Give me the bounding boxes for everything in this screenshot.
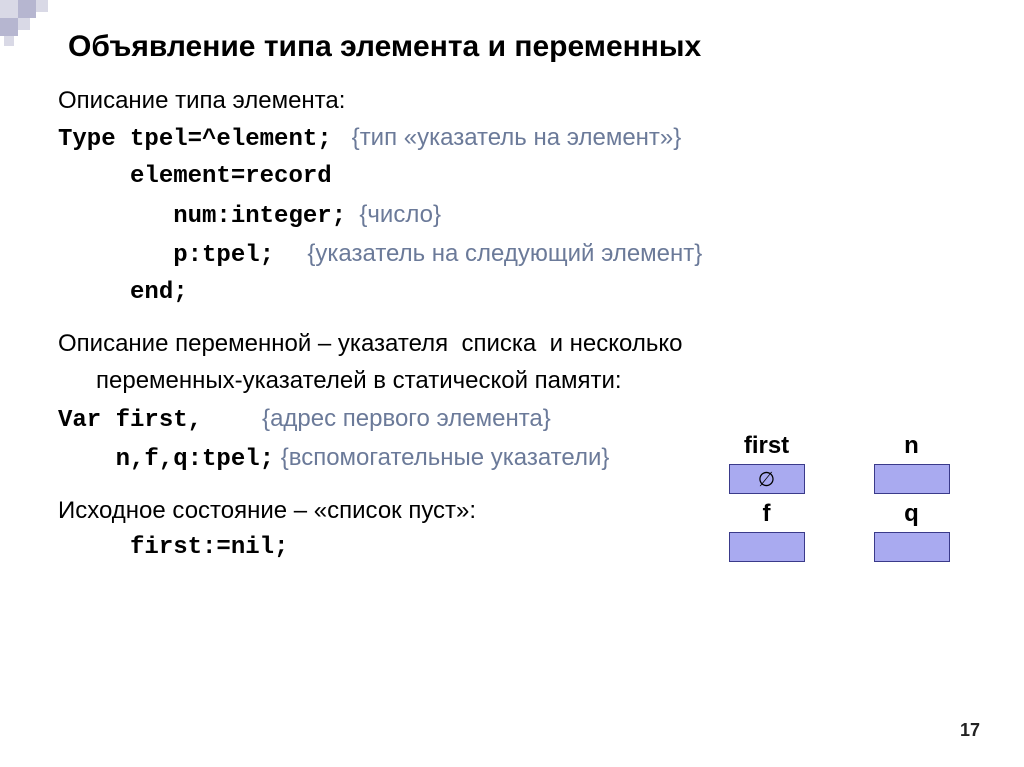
memory-diagram: first n ∅ f q [694, 432, 984, 568]
code-text: Type tpel=^element; [58, 126, 332, 153]
code-line-2: element=record [58, 158, 974, 195]
code-text: p:tpel; [58, 242, 274, 269]
var-label-n: n [852, 432, 972, 460]
nil-symbol: ∅ [758, 467, 775, 492]
code-line-3: num:integer; {число} [58, 196, 974, 235]
var-box-first: ∅ [729, 464, 805, 494]
var-description-line2: переменных-указателей в статической памя… [58, 362, 974, 399]
var-box-f [729, 532, 805, 562]
code-text: Var first, [58, 407, 202, 434]
var-label-q: q [852, 500, 972, 528]
slide-title: Объявление типа элемента и переменных [68, 30, 974, 64]
code-text: n,f,q:tpel; [58, 446, 274, 473]
var-label-first: first [707, 432, 827, 460]
page-number: 17 [960, 720, 980, 741]
slide-content: Объявление типа элемента и переменных Оп… [0, 0, 1024, 767]
code-line-4: p:tpel; {указатель на следующий элемент} [58, 235, 974, 274]
var-box-n [874, 464, 950, 494]
code-comment: {тип «указатель на элемент»} [352, 124, 682, 151]
code-line-1: Type tpel=^element; {тип «указатель на э… [58, 119, 974, 158]
code-comment: {указатель на следующий элемент} [307, 240, 702, 267]
var-label-f: f [707, 500, 827, 528]
var-box-q [874, 532, 950, 562]
code-line-5: end; [58, 274, 974, 311]
type-description-label: Описание типа элемента: [58, 82, 974, 119]
var-description-line1: Описание переменной – указателя списка и… [58, 325, 974, 362]
code-comment: {число} [359, 201, 441, 228]
code-text: num:integer; [58, 203, 346, 230]
code-comment: {вспомогательные указатели} [281, 444, 610, 471]
code-comment: {адрес первого элемента} [262, 405, 551, 432]
